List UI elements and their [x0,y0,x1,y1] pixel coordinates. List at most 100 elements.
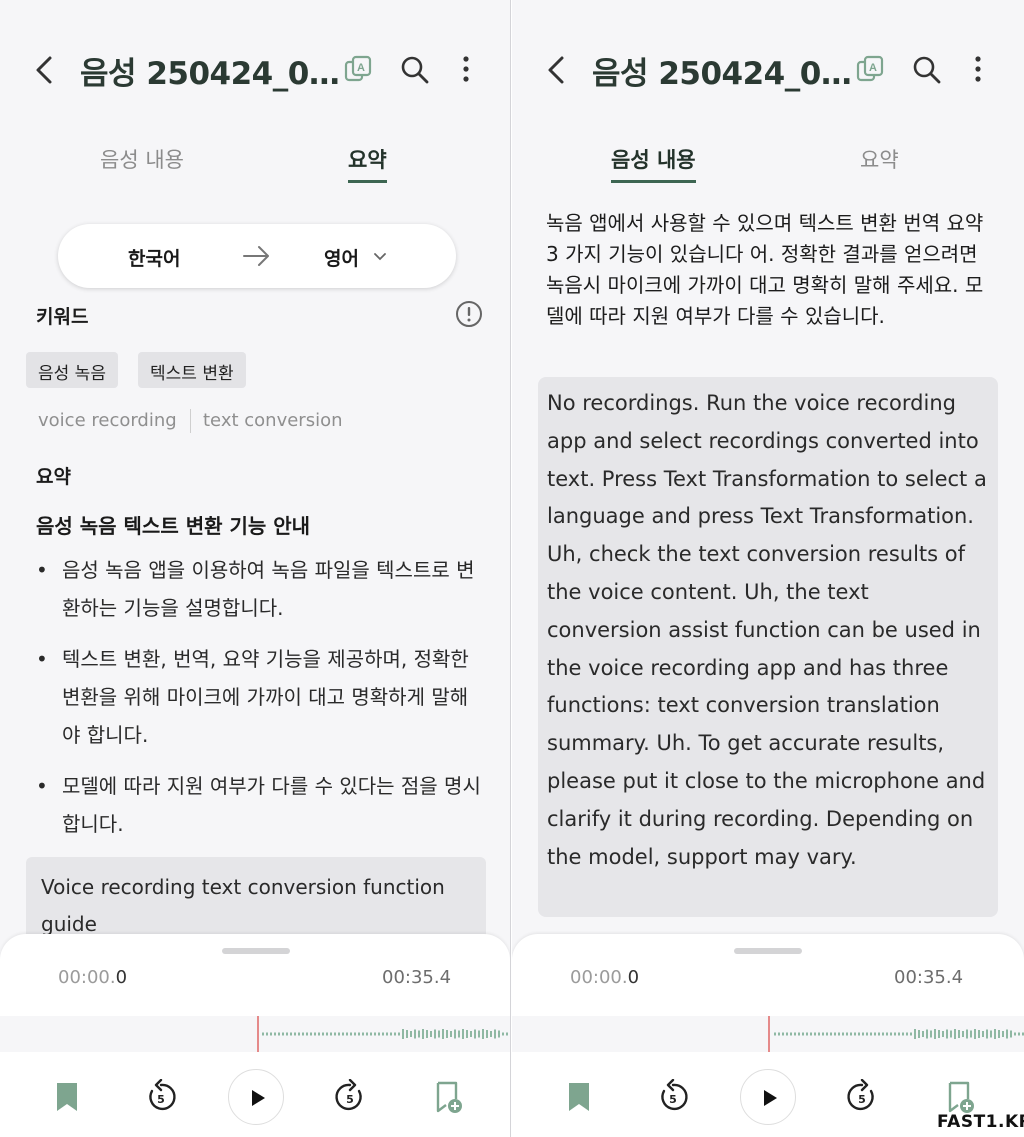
waveform-bar [994,1029,996,1039]
watermark: FAST1.KR [937,1112,1024,1132]
waveform-bar [282,1032,284,1036]
tab-voice-content[interactable]: 음성 내용 [611,144,696,183]
add-bookmark-icon[interactable] [430,1079,466,1115]
play-button[interactable] [228,1069,284,1125]
waveform-bar [506,1032,508,1036]
waveform-bar [374,1032,376,1036]
summary-bullet: • 음성 녹음 앱을 이용하여 녹음 파일을 텍스트로 변환하는 기능을 설명합니… [36,558,475,620]
waveform-bar [846,1032,848,1036]
waveform-bar [322,1032,324,1036]
tab-summary[interactable]: 요약 [348,144,387,183]
play-icon [252,1090,265,1106]
play-button[interactable] [740,1069,796,1125]
waveform-bar [998,1030,1000,1038]
drag-handle[interactable] [734,948,802,954]
more-options-icon[interactable] [960,52,996,88]
waveform-bar [310,1032,312,1036]
info-icon[interactable] [454,299,484,329]
waveform-bar [790,1032,792,1036]
summary-bullet: • 텍스트 변환, 번역, 요약 기능을 제공하며, 정확한 변환을 위해 마이크… [36,647,469,747]
waveform-bar [854,1032,856,1036]
play-icon [764,1090,777,1106]
waveform-bar [926,1029,928,1039]
drag-handle[interactable] [222,948,290,954]
waveform-bar [286,1032,288,1036]
waveform-bar [882,1032,884,1036]
waveform-bar [818,1032,820,1036]
waveform-bar [914,1029,916,1039]
waveform-bar [278,1032,280,1036]
forward-5-icon[interactable]: 5 [332,1079,368,1115]
waveform-bar [1010,1030,1012,1038]
chevron-down-icon[interactable] [372,248,388,264]
app-header: 음성 250424_0... A [512,44,1024,96]
waveform-bar [954,1029,956,1039]
waveform-bar [798,1032,800,1036]
waveform-bar [430,1031,432,1037]
total-time: 00:35.4 [382,967,452,988]
back-arrow-icon[interactable] [542,52,572,88]
waveform-bar [266,1032,268,1036]
keyword-chip[interactable]: 음성 녹음 [26,352,118,388]
tab-summary[interactable]: 요약 [860,144,899,180]
waveform-bar [794,1032,796,1036]
keyword-chip[interactable]: 텍스트 변환 [138,352,246,388]
svg-text:A: A [869,62,877,74]
waveform-bar [806,1032,808,1036]
waveform-bar [302,1032,304,1036]
view-tabs: 음성 내용 요약 [0,144,510,188]
waveform-bar [426,1030,428,1038]
waveform-bar [342,1032,344,1036]
waveform-bar [942,1031,944,1037]
waveform-bar [862,1032,864,1036]
source-language[interactable]: 한국어 [128,244,180,271]
language-selector[interactable]: 한국어 영어 [58,224,456,288]
waveform-bar [394,1032,396,1036]
waveform-bar [438,1030,440,1038]
playhead-cursor[interactable] [257,1016,259,1052]
forward-5-icon[interactable]: 5 [844,1079,880,1115]
target-language[interactable]: 영어 [324,244,359,271]
waveform-bar [878,1032,880,1036]
waveform-bar [350,1032,352,1036]
waveform-bar [1014,1032,1016,1036]
waveform-bar [454,1029,456,1039]
waveform-bar [470,1031,472,1037]
waveform-bar [822,1032,824,1036]
waveform-bar [498,1030,500,1038]
more-options-icon[interactable] [448,52,484,88]
waveform[interactable] [0,1016,510,1052]
current-time: 00:00.0 [58,967,128,988]
bookmark-icon[interactable] [561,1079,597,1115]
waveform-bar [970,1030,972,1038]
waveform-bars [262,1029,511,1039]
waveform-bar [290,1032,292,1036]
rewind-5-icon[interactable]: 5 [143,1079,179,1115]
svg-text:5: 5 [346,1093,354,1106]
waveform-bar [402,1029,404,1039]
tab-voice-content[interactable]: 음성 내용 [100,144,184,180]
waveform-bar [366,1032,368,1036]
translate-icon[interactable]: A [852,52,888,88]
search-icon[interactable] [909,52,945,88]
waveform-bar [830,1032,832,1036]
waveform-bar [306,1032,308,1036]
add-bookmark-icon[interactable] [942,1079,978,1115]
summary-heading: 요약 [36,466,71,488]
waveform-bar [466,1030,468,1038]
waveform-bar [326,1032,328,1036]
waveform-bar [450,1031,452,1037]
bookmark-icon[interactable] [49,1079,85,1115]
waveform-bar [814,1032,816,1036]
translate-icon[interactable]: A [340,52,376,88]
waveform-bar [262,1032,264,1036]
recording-title: 음성 250424_0... [592,56,852,92]
waveform-bar [850,1032,852,1036]
waveform-bar [990,1030,992,1038]
search-icon[interactable] [397,52,433,88]
back-arrow-icon[interactable] [30,52,60,88]
waveform-bar [510,1033,511,1036]
rewind-5-icon[interactable]: 5 [655,1079,691,1115]
waveform-bar [378,1032,380,1036]
playhead-cursor[interactable] [768,1016,770,1052]
